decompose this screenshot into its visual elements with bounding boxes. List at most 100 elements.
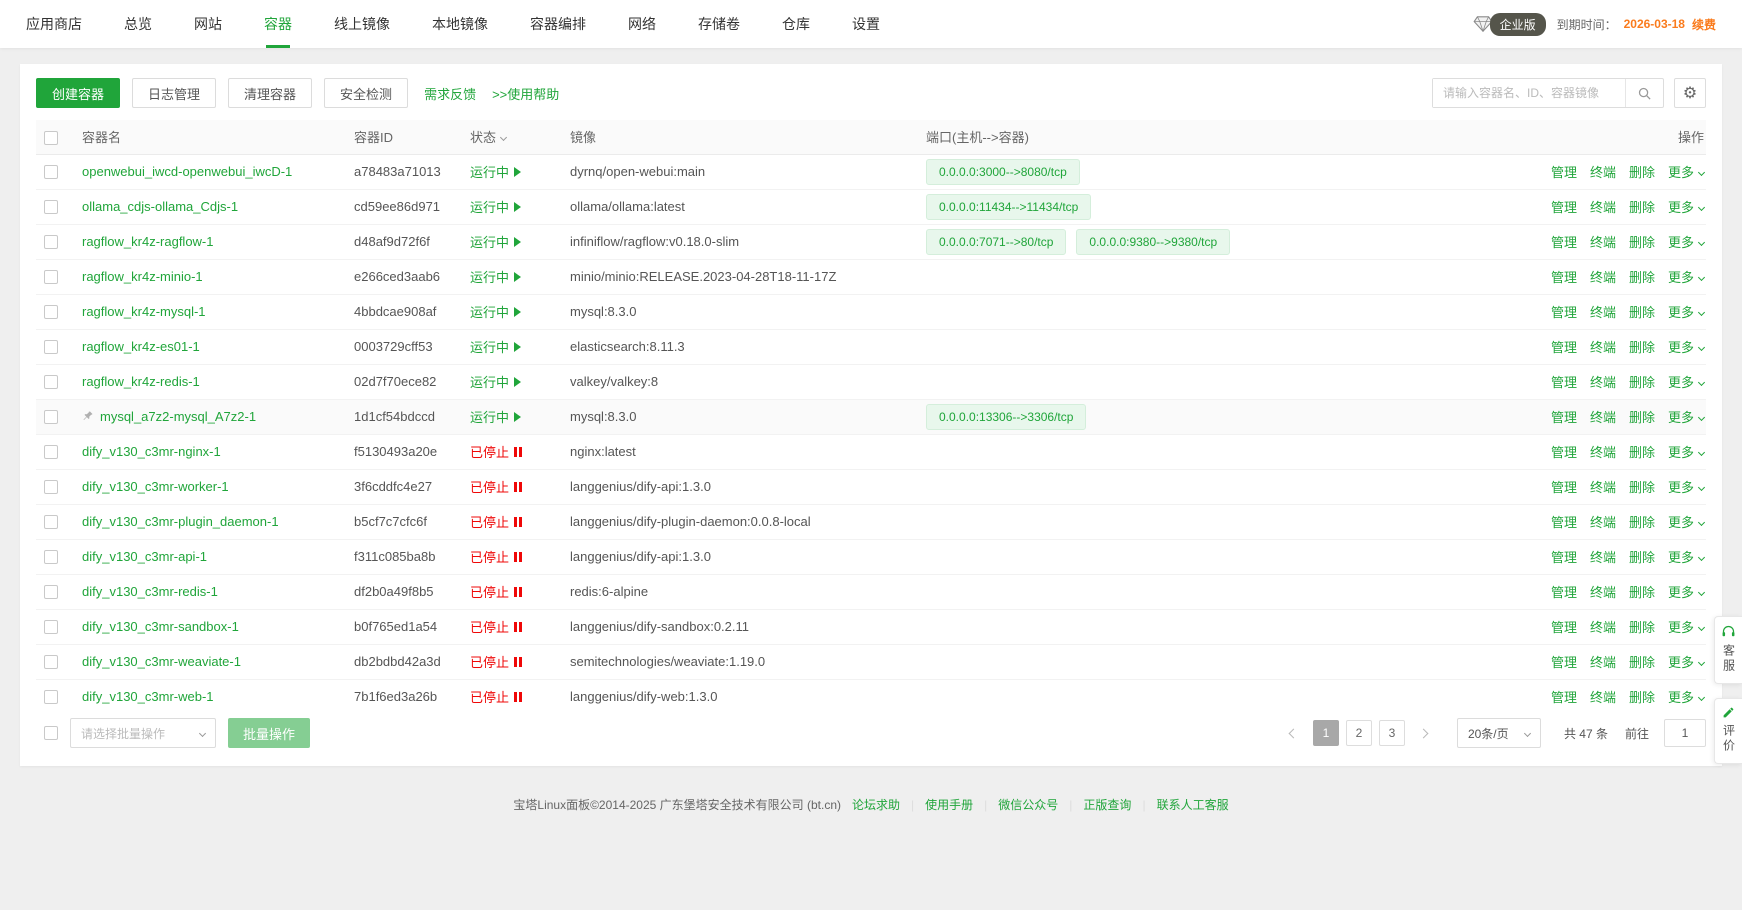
nav-item[interactable]: 容器 — [264, 0, 292, 48]
action-delete[interactable]: 删除 — [1629, 270, 1655, 285]
action-delete[interactable]: 删除 — [1629, 550, 1655, 565]
action-more[interactable]: 更多 — [1668, 165, 1704, 180]
create-container-button[interactable]: 创建容器 — [36, 78, 120, 108]
action-manage[interactable]: 管理 — [1551, 690, 1577, 705]
nav-item[interactable]: 设置 — [852, 0, 880, 48]
row-checkbox[interactable] — [44, 235, 58, 249]
action-more[interactable]: 更多 — [1668, 620, 1704, 635]
prev-page-button[interactable] — [1282, 720, 1306, 746]
action-more[interactable]: 更多 — [1668, 480, 1704, 495]
action-manage[interactable]: 管理 — [1551, 235, 1577, 250]
nav-item[interactable]: 总览 — [124, 0, 152, 48]
row-checkbox[interactable] — [44, 585, 58, 599]
action-delete[interactable]: 删除 — [1629, 585, 1655, 600]
security-check-button[interactable]: 安全检测 — [324, 78, 408, 108]
action-more[interactable]: 更多 — [1668, 515, 1704, 530]
action-manage[interactable]: 管理 — [1551, 515, 1577, 530]
action-terminal[interactable]: 终端 — [1590, 445, 1616, 460]
action-more[interactable]: 更多 — [1668, 690, 1704, 705]
action-more[interactable]: 更多 — [1668, 340, 1704, 355]
action-more[interactable]: 更多 — [1668, 410, 1704, 425]
action-more[interactable]: 更多 — [1668, 305, 1704, 320]
clean-container-button[interactable]: 清理容器 — [228, 78, 312, 108]
action-terminal[interactable]: 终端 — [1590, 375, 1616, 390]
action-more[interactable]: 更多 — [1668, 270, 1704, 285]
help-link[interactable]: >>使用帮助 — [492, 84, 559, 103]
row-checkbox[interactable] — [44, 340, 58, 354]
action-delete[interactable]: 删除 — [1629, 235, 1655, 250]
row-checkbox[interactable] — [44, 445, 58, 459]
container-name-link[interactable]: ragflow_kr4z-mysql-1 — [82, 304, 206, 319]
action-manage[interactable]: 管理 — [1551, 550, 1577, 565]
container-name-link[interactable]: mysql_a7z2-mysql_A7z2-1 — [100, 409, 256, 424]
batch-operation-button[interactable]: 批量操作 — [228, 718, 310, 748]
action-terminal[interactable]: 终端 — [1590, 165, 1616, 180]
select-all-checkbox[interactable] — [44, 131, 58, 145]
action-terminal[interactable]: 终端 — [1590, 480, 1616, 495]
row-checkbox[interactable] — [44, 690, 58, 704]
action-delete[interactable]: 删除 — [1629, 305, 1655, 320]
page-size-select[interactable]: 20条/页 — [1457, 718, 1541, 748]
footer-link[interactable]: 使用手册 — [925, 796, 973, 813]
container-name-link[interactable]: openwebui_iwcd-openwebui_iwcD-1 — [82, 164, 292, 179]
settings-gear-button[interactable]: ⚙ — [1674, 78, 1706, 108]
container-name-link[interactable]: dify_v130_c3mr-redis-1 — [82, 584, 218, 599]
action-terminal[interactable]: 终端 — [1590, 550, 1616, 565]
container-name-link[interactable]: dify_v130_c3mr-plugin_daemon-1 — [82, 514, 279, 529]
action-delete[interactable]: 删除 — [1629, 445, 1655, 460]
container-name-link[interactable]: ragflow_kr4z-es01-1 — [82, 339, 200, 354]
row-checkbox[interactable] — [44, 375, 58, 389]
nav-item[interactable]: 应用商店 — [26, 0, 82, 48]
footer-link[interactable]: 论坛求助 — [852, 796, 900, 813]
search-button[interactable] — [1625, 79, 1663, 107]
customer-service-widget[interactable]: 客服 — [1714, 616, 1742, 684]
container-name-link[interactable]: dify_v130_c3mr-weaviate-1 — [82, 654, 241, 669]
action-manage[interactable]: 管理 — [1551, 375, 1577, 390]
page-number[interactable]: 3 — [1379, 720, 1405, 746]
action-delete[interactable]: 删除 — [1629, 340, 1655, 355]
action-manage[interactable]: 管理 — [1551, 480, 1577, 495]
row-checkbox[interactable] — [44, 620, 58, 634]
container-name-link[interactable]: ragflow_kr4z-minio-1 — [82, 269, 203, 284]
action-terminal[interactable]: 终端 — [1590, 690, 1616, 705]
nav-item[interactable]: 网站 — [194, 0, 222, 48]
action-more[interactable]: 更多 — [1668, 235, 1704, 250]
action-manage[interactable]: 管理 — [1551, 410, 1577, 425]
action-terminal[interactable]: 终端 — [1590, 200, 1616, 215]
action-terminal[interactable]: 终端 — [1590, 410, 1616, 425]
action-delete[interactable]: 删除 — [1629, 375, 1655, 390]
container-name-link[interactable]: dify_v130_c3mr-web-1 — [82, 689, 214, 704]
action-manage[interactable]: 管理 — [1551, 165, 1577, 180]
action-more[interactable]: 更多 — [1668, 550, 1704, 565]
nav-item[interactable]: 网络 — [628, 0, 656, 48]
container-name-link[interactable]: dify_v130_c3mr-nginx-1 — [82, 444, 221, 459]
container-name-link[interactable]: ragflow_kr4z-redis-1 — [82, 374, 200, 389]
action-terminal[interactable]: 终端 — [1590, 235, 1616, 250]
renew-link[interactable]: 续费 — [1692, 16, 1716, 33]
row-checkbox[interactable] — [44, 270, 58, 284]
action-manage[interactable]: 管理 — [1551, 585, 1577, 600]
action-more[interactable]: 更多 — [1668, 585, 1704, 600]
nav-item[interactable]: 本地镜像 — [432, 0, 488, 48]
action-terminal[interactable]: 终端 — [1590, 585, 1616, 600]
action-terminal[interactable]: 终端 — [1590, 515, 1616, 530]
action-manage[interactable]: 管理 — [1551, 200, 1577, 215]
row-checkbox[interactable] — [44, 200, 58, 214]
action-terminal[interactable]: 终端 — [1590, 620, 1616, 635]
action-delete[interactable]: 删除 — [1629, 410, 1655, 425]
action-terminal[interactable]: 终端 — [1590, 340, 1616, 355]
action-manage[interactable]: 管理 — [1551, 655, 1577, 670]
search-input[interactable] — [1433, 79, 1625, 107]
evaluate-widget[interactable]: 评价 — [1714, 698, 1742, 764]
row-checkbox[interactable] — [44, 305, 58, 319]
action-manage[interactable]: 管理 — [1551, 445, 1577, 460]
next-page-button[interactable] — [1412, 720, 1436, 746]
action-terminal[interactable]: 终端 — [1590, 655, 1616, 670]
action-manage[interactable]: 管理 — [1551, 305, 1577, 320]
header-status[interactable]: 状态 — [470, 120, 570, 154]
feedback-link[interactable]: 需求反馈 — [424, 84, 476, 103]
footer-link[interactable]: 微信公众号 — [998, 796, 1058, 813]
container-name-link[interactable]: dify_v130_c3mr-sandbox-1 — [82, 619, 239, 634]
batch-select-all-checkbox[interactable] — [44, 726, 58, 740]
action-delete[interactable]: 删除 — [1629, 655, 1655, 670]
